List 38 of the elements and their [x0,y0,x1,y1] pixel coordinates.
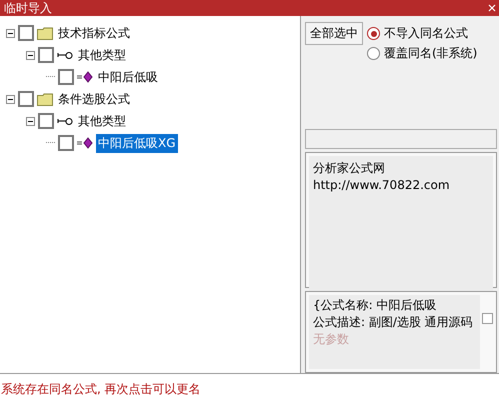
radio-button[interactable] [367,27,380,40]
select-all-button[interactable]: 全部选中 [305,22,363,45]
close-icon[interactable] [487,3,497,13]
checkbox[interactable] [18,91,34,107]
tree-item[interactable]: 其他类型 [76,112,128,130]
tree-item[interactable]: 条件选股公式 [56,90,132,108]
folder-icon [37,92,53,106]
status-text: 系统存在同名公式, 再次点击可以更名 [0,380,201,398]
diamond-icon [77,71,93,83]
collapse-icon[interactable] [26,116,35,126]
scroll-button[interactable] [482,313,493,324]
diamond-icon [77,137,93,149]
description-text: 公式描述: 副图/选股 通用源码 [313,314,474,331]
collapse-icon[interactable] [6,94,15,104]
option-label[interactable]: 不导入同名公式 [384,25,468,42]
option-label[interactable]: 覆盖同名(非系统) [384,45,478,62]
folder-icon [37,26,53,40]
key-icon [57,116,73,126]
window-title: 临时导入 [3,1,52,15]
source-text: 分析家公式网 [313,160,386,177]
checkbox[interactable] [58,135,74,151]
checkbox[interactable] [58,69,74,85]
collapse-icon[interactable] [6,28,15,38]
checkbox[interactable] [18,25,34,41]
checkbox[interactable] [38,47,54,63]
source-text: http://www.70822.com [313,177,451,194]
tree-item[interactable]: 中阳后低吸 [96,68,160,86]
tree-item[interactable]: 中阳后低吸XG [96,134,178,152]
tree-item[interactable]: 技术指标公式 [56,24,132,42]
collapse-icon[interactable] [26,50,35,60]
tree-line [46,142,55,144]
radio-button[interactable] [367,47,380,60]
key-icon [57,50,73,60]
checkbox[interactable] [38,113,54,129]
description-text: {公式名称: 中阳后低吸 [313,297,438,314]
tree-line [46,76,55,78]
tree-item[interactable]: 其他类型 [76,46,128,64]
description-text: 无参数 [313,331,350,348]
